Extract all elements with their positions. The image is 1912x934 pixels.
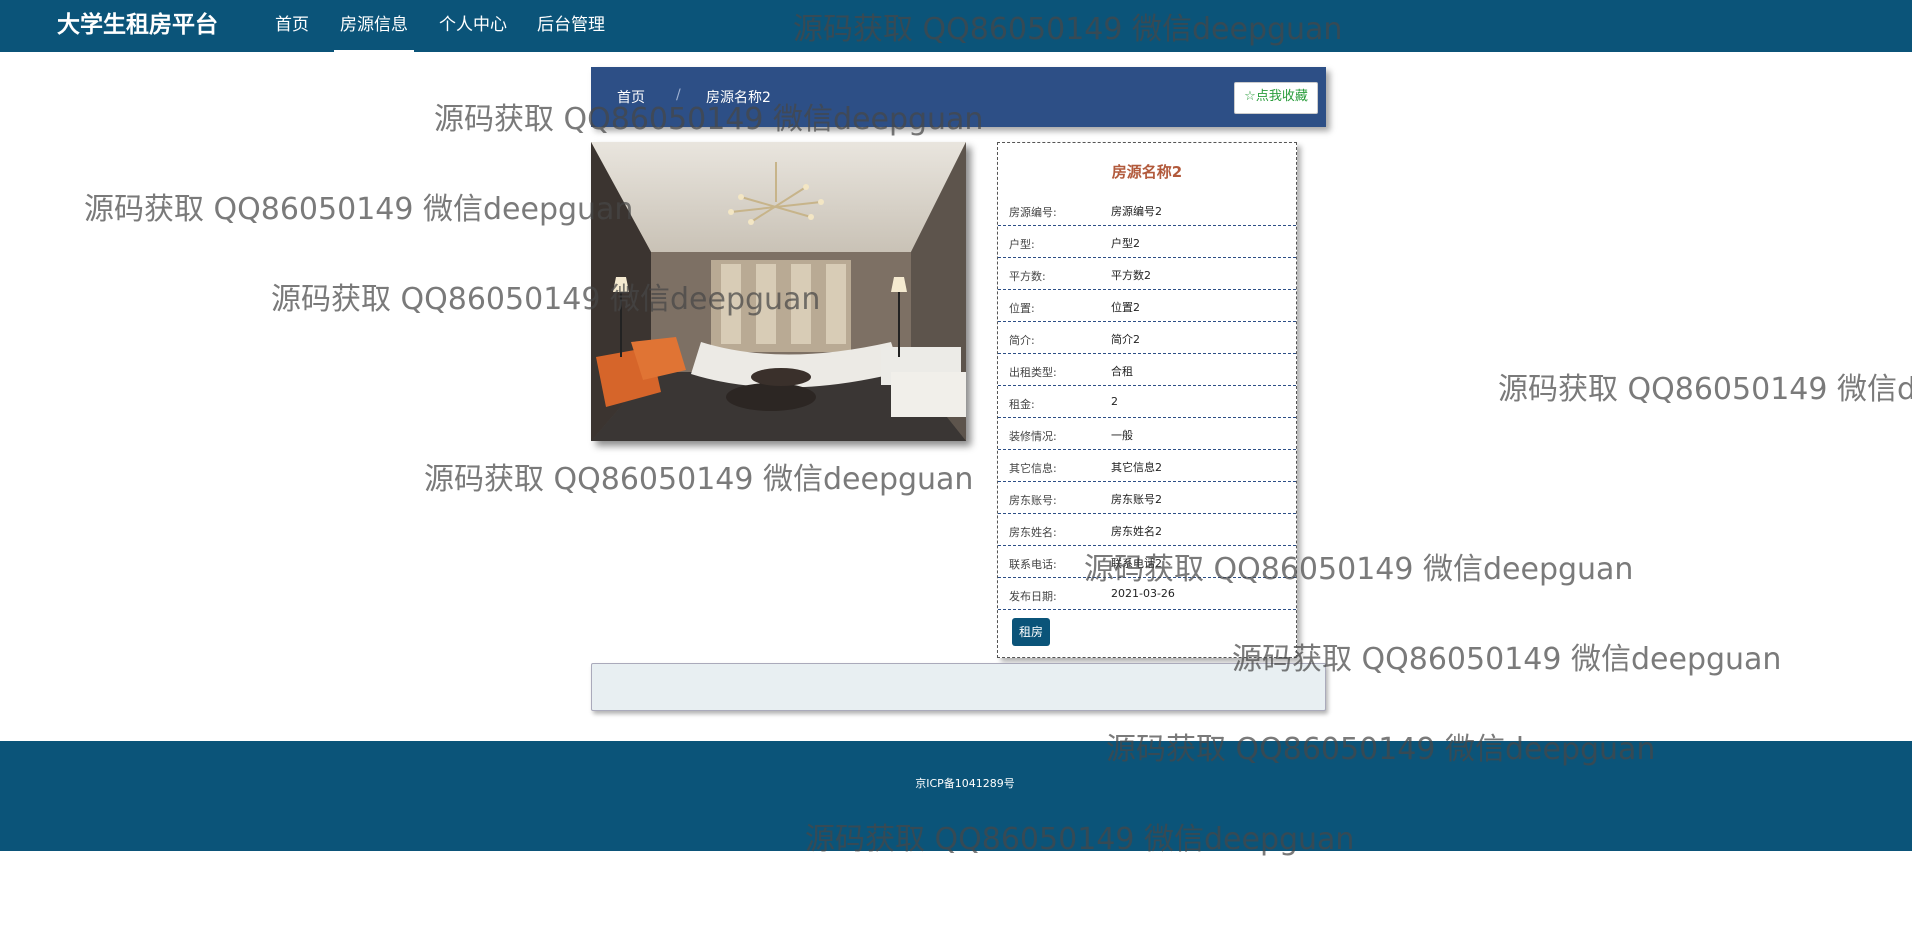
breadcrumb-separator: / (676, 87, 681, 103)
detail-key: 联系电话: (1009, 558, 1057, 571)
detail-row-rent-type: 出租类型: 合租 (998, 354, 1296, 386)
detail-key: 房东账号: (1009, 494, 1057, 507)
detail-key: 租金: (1009, 398, 1035, 411)
detail-key: 出租类型: (1009, 366, 1057, 379)
breadcrumb-current: 房源名称2 (706, 90, 771, 106)
detail-row-decoration: 装修情况: 一般 (998, 418, 1296, 450)
nav-item-listings[interactable]: 房源信息 (334, 0, 414, 52)
detail-key: 房东姓名: (1009, 526, 1057, 539)
detail-value: 房东姓名2 (1111, 525, 1162, 538)
detail-value: 一般 (1111, 429, 1133, 442)
detail-key: 简介: (1009, 334, 1035, 347)
detail-value: 简介2 (1111, 333, 1140, 346)
favorite-button[interactable]: ☆点我收藏 (1234, 82, 1318, 114)
nav-item-admin[interactable]: 后台管理 (537, 0, 605, 52)
detail-key: 平方数: (1009, 270, 1046, 283)
watermark: 源码获取 QQ86050149 微信deepguan (84, 192, 634, 227)
detail-key: 房源编号: (1009, 206, 1057, 219)
detail-key: 其它信息: (1009, 462, 1057, 475)
detail-row-landlord-account: 房东账号: 房东账号2 (998, 482, 1296, 514)
detail-key: 位置: (1009, 302, 1035, 315)
detail-row-layout: 户型: 户型2 (998, 226, 1296, 258)
site-brand[interactable]: 大学生租房平台 (57, 9, 218, 41)
watermark: 源码获取 QQ86050149 微信deepguan (1498, 372, 1912, 407)
detail-value: 合租 (1111, 365, 1133, 378)
detail-value: 平方数2 (1111, 269, 1151, 282)
detail-value: 户型2 (1111, 237, 1140, 250)
detail-value: 其它信息2 (1111, 461, 1162, 474)
breadcrumb-home[interactable]: 首页 (617, 87, 645, 107)
comment-area (591, 663, 1326, 711)
listing-title: 房源名称2 (1111, 163, 1183, 181)
detail-value: 房源编号2 (1111, 205, 1162, 218)
detail-row-location: 位置: 位置2 (998, 290, 1296, 322)
watermark: 源码获取 QQ86050149 微信deepguan (424, 462, 974, 497)
detail-key: 发布日期: (1009, 590, 1057, 603)
nav-item-profile[interactable]: 个人中心 (439, 0, 507, 52)
detail-row-id: 房源编号: 房源编号2 (998, 194, 1296, 226)
listing-detail-panel: 房源名称2 房源编号: 房源编号2 户型: 户型2 平方数: 平方数2 位置: … (997, 142, 1297, 658)
detail-row-intro: 简介: 简介2 (998, 322, 1296, 354)
rent-button[interactable]: 租房 (1012, 618, 1050, 646)
detail-value: 2 (1111, 395, 1118, 408)
detail-row-date: 发布日期: 2021-03-26 (998, 578, 1296, 610)
detail-row-phone: 联系电话: 联系电话2 (998, 546, 1296, 578)
detail-row-landlord-name: 房东姓名: 房东姓名2 (998, 514, 1296, 546)
detail-key: 户型: (1009, 238, 1035, 251)
top-navbar: 大学生租房平台 首页 房源信息 个人中心 后台管理 (0, 0, 1912, 52)
detail-row-rent: 租金: 2 (998, 386, 1296, 418)
detail-value: 2021-03-26 (1111, 587, 1175, 600)
nav-item-home[interactable]: 首页 (275, 0, 309, 52)
detail-value: 房东账号2 (1111, 493, 1162, 506)
detail-key: 装修情况: (1009, 430, 1057, 443)
detail-value: 联系电话2 (1111, 557, 1162, 570)
breadcrumb: 首页 / 房源名称2 ☆点我收藏 (591, 67, 1326, 127)
footer: 京ICP备1041289号 (0, 741, 1912, 851)
detail-value: 位置2 (1111, 301, 1140, 314)
detail-row-other: 其它信息: 其它信息2 (998, 450, 1296, 482)
icp-record[interactable]: 京ICP备1041289号 (0, 775, 1912, 791)
detail-row-area: 平方数: 平方数2 (998, 258, 1296, 290)
listing-photo (591, 142, 966, 441)
